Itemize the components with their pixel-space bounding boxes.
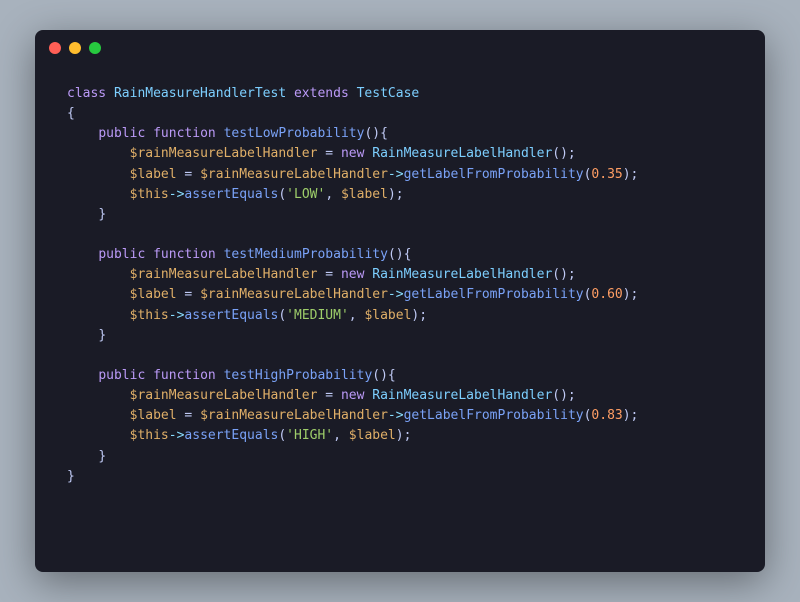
- keyword-public: public: [98, 247, 145, 262]
- parens: ();: [552, 146, 575, 161]
- keyword-new: new: [341, 388, 364, 403]
- keyword-function: function: [153, 126, 216, 141]
- variable: $label: [130, 287, 177, 302]
- method-call: getLabelFromProbability: [404, 287, 584, 302]
- equals: =: [184, 408, 192, 423]
- method-call: getLabelFromProbability: [404, 408, 584, 423]
- number-literal: 0.35: [591, 167, 622, 182]
- keyword-public: public: [98, 368, 145, 383]
- number-literal: 0.83: [591, 408, 622, 423]
- string-literal: 'MEDIUM': [286, 308, 349, 323]
- method-name: testLowProbability: [224, 126, 365, 141]
- method-name: testHighProbability: [224, 368, 373, 383]
- equals: =: [184, 167, 192, 182]
- parens: (){: [372, 368, 395, 383]
- variable: $label: [341, 187, 388, 202]
- arrow: ->: [169, 308, 185, 323]
- method-call: getLabelFromProbability: [404, 167, 584, 182]
- arrow: ->: [169, 187, 185, 202]
- paren: );: [388, 187, 404, 202]
- class-ref: RainMeasureLabelHandler: [372, 146, 552, 161]
- method-name: testMediumProbability: [224, 247, 388, 262]
- variable: $this: [130, 428, 169, 443]
- keyword-function: function: [153, 368, 216, 383]
- equals: =: [325, 267, 333, 282]
- class-ref: RainMeasureLabelHandler: [372, 388, 552, 403]
- variable: $this: [130, 308, 169, 323]
- paren: );: [623, 287, 639, 302]
- close-icon[interactable]: [49, 42, 61, 54]
- class-ref: RainMeasureLabelHandler: [372, 267, 552, 282]
- paren: );: [623, 408, 639, 423]
- brace: }: [98, 207, 106, 222]
- paren: );: [396, 428, 412, 443]
- variable: $rainMeasureLabelHandler: [200, 287, 388, 302]
- variable: $label: [349, 428, 396, 443]
- paren: (: [278, 308, 286, 323]
- maximize-icon[interactable]: [89, 42, 101, 54]
- equals: =: [184, 287, 192, 302]
- arrow: ->: [388, 167, 404, 182]
- arrow: ->: [388, 408, 404, 423]
- variable: $rainMeasureLabelHandler: [130, 388, 318, 403]
- string-literal: 'LOW': [286, 187, 325, 202]
- variable: $rainMeasureLabelHandler: [130, 146, 318, 161]
- comma: ,: [349, 308, 365, 323]
- code-window: class RainMeasureHandlerTest extends Tes…: [35, 30, 765, 572]
- method-call: assertEquals: [184, 308, 278, 323]
- window-titlebar: [35, 30, 765, 66]
- paren: (: [278, 187, 286, 202]
- comma: ,: [325, 187, 341, 202]
- method-call: assertEquals: [184, 187, 278, 202]
- paren: );: [411, 308, 427, 323]
- extends-class: TestCase: [357, 86, 420, 101]
- equals: =: [325, 146, 333, 161]
- keyword-public: public: [98, 126, 145, 141]
- variable: $rainMeasureLabelHandler: [130, 267, 318, 282]
- number-literal: 0.60: [591, 287, 622, 302]
- variable: $rainMeasureLabelHandler: [200, 167, 388, 182]
- variable: $label: [130, 167, 177, 182]
- variable: $label: [130, 408, 177, 423]
- keyword-extends: extends: [294, 86, 349, 101]
- brace: {: [67, 106, 75, 121]
- minimize-icon[interactable]: [69, 42, 81, 54]
- arrow: ->: [169, 428, 185, 443]
- keyword-function: function: [153, 247, 216, 262]
- parens: ();: [552, 388, 575, 403]
- code-editor: class RainMeasureHandlerTest extends Tes…: [35, 66, 765, 505]
- variable: $label: [364, 308, 411, 323]
- class-name: RainMeasureHandlerTest: [114, 86, 286, 101]
- paren: (: [278, 428, 286, 443]
- method-call: assertEquals: [184, 428, 278, 443]
- parens: (){: [364, 126, 387, 141]
- variable: $rainMeasureLabelHandler: [200, 408, 388, 423]
- keyword-new: new: [341, 267, 364, 282]
- parens: ();: [552, 267, 575, 282]
- paren: );: [623, 167, 639, 182]
- comma: ,: [333, 428, 349, 443]
- arrow: ->: [388, 287, 404, 302]
- equals: =: [325, 388, 333, 403]
- brace: }: [98, 449, 106, 464]
- brace: }: [98, 328, 106, 343]
- variable: $this: [130, 187, 169, 202]
- keyword-new: new: [341, 146, 364, 161]
- string-literal: 'HIGH': [286, 428, 333, 443]
- brace: }: [67, 469, 75, 484]
- parens: (){: [388, 247, 411, 262]
- keyword-class: class: [67, 86, 106, 101]
